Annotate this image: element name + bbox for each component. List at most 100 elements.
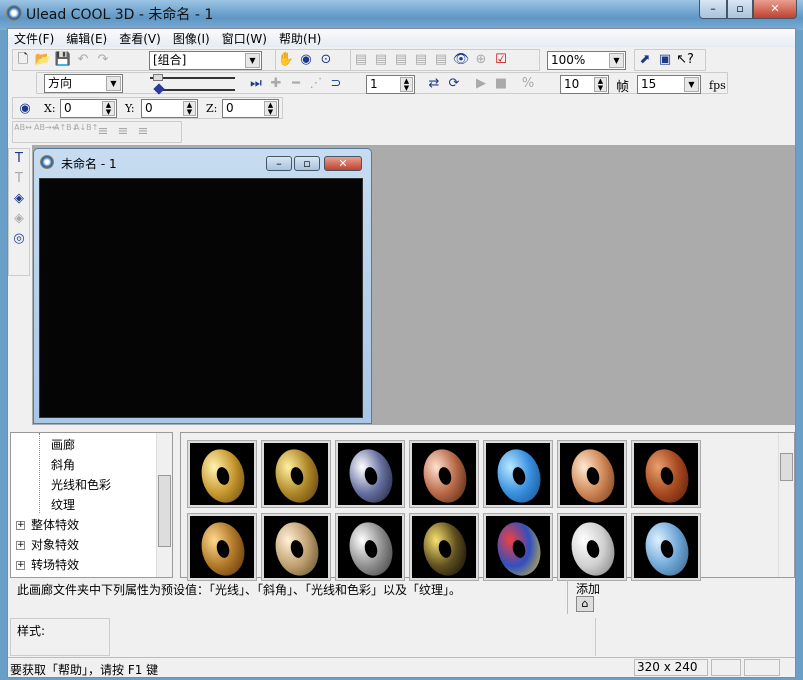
refresh-icon[interactable]: ⟳ <box>445 75 463 93</box>
add-to-gallery-button[interactable]: ⌂ <box>576 596 594 612</box>
help-pointer-icon[interactable]: ↖? <box>676 51 694 69</box>
scroll-thumb[interactable] <box>158 475 171 547</box>
align-left-icon[interactable]: ≡ <box>94 123 112 141</box>
camera-icon[interactable]: ▤ <box>392 51 410 69</box>
gallery-thumbnail[interactable] <box>409 513 479 581</box>
align-right-icon[interactable]: ≡ <box>134 123 152 141</box>
tree-item[interactable]: 光线和色彩 <box>51 476 111 493</box>
insert-shape-icon[interactable]: ◈ <box>10 190 28 208</box>
remove-keyframe-icon[interactable]: ━ <box>287 75 305 93</box>
hand-icon[interactable]: ✋ <box>277 51 295 69</box>
open-icon[interactable]: 📂 <box>34 51 52 69</box>
frame-input[interactable]: 1 ▲ ▼ <box>366 75 415 94</box>
spinner-icon[interactable]: ▲ ▼ <box>183 101 196 116</box>
gallery-thumbnail[interactable] <box>335 513 405 581</box>
line-spacing-icon[interactable]: A↓B↑ <box>74 123 98 141</box>
percent-icon[interactable]: % <box>519 75 537 93</box>
menu-view[interactable]: 查看(V) <box>113 29 167 48</box>
spinner-icon[interactable]: ▲ ▼ <box>594 77 607 92</box>
text-condense-icon[interactable]: AB→← <box>34 123 58 141</box>
gallery-thumbnail[interactable] <box>631 440 701 508</box>
menu-window[interactable]: 窗口(W) <box>216 29 273 48</box>
loop-icon[interactable]: ⇄ <box>425 75 443 93</box>
tree-item[interactable]: 画廊 <box>51 436 75 453</box>
camera-icon[interactable]: ▤ <box>352 51 370 69</box>
keyframe-slider[interactable] <box>155 89 235 91</box>
doc-minimize-button[interactable]: – <box>266 156 292 171</box>
minimize-button[interactable]: – <box>699 0 727 19</box>
timeline-thumb[interactable] <box>153 74 163 81</box>
expand-icon[interactable]: + <box>16 521 25 530</box>
rotate-object-icon[interactable]: ◉ <box>297 51 315 69</box>
gallery-thumbnail[interactable] <box>187 440 257 508</box>
gallery-thumbnail[interactable] <box>409 440 479 508</box>
gallery-thumbnail[interactable] <box>261 513 331 581</box>
insert-text-icon[interactable]: T <box>10 150 28 168</box>
new-icon[interactable]: 🗋 <box>14 51 32 69</box>
position-icon[interactable]: ◉ <box>16 100 34 118</box>
object-select[interactable]: [组合] ▼ <box>149 51 262 70</box>
tree-item[interactable]: 纹理 <box>51 496 75 513</box>
gallery-thumbnail[interactable] <box>187 513 257 581</box>
close-button[interactable]: ✕ <box>753 0 797 19</box>
web-page-icon[interactable]: ▣ <box>656 51 674 69</box>
gallery-thumbnail[interactable] <box>631 513 701 581</box>
object-library-icon[interactable]: ◎ <box>10 230 28 248</box>
preview-icon[interactable]: ☑ <box>492 51 510 69</box>
y-input[interactable]: 0 ▲ ▼ <box>141 99 198 118</box>
edit-text-icon[interactable]: T <box>10 170 28 188</box>
tree-scrollbar[interactable] <box>156 433 172 577</box>
camera-icon[interactable]: ▤ <box>412 51 430 69</box>
expand-icon[interactable]: + <box>16 561 25 570</box>
split-icon[interactable]: ⋰ <box>307 75 325 93</box>
spinner-icon[interactable]: ▲ ▼ <box>264 101 277 116</box>
gallery-thumbnail[interactable] <box>261 440 331 508</box>
web-export-icon[interactable]: ⬈ <box>636 51 654 69</box>
go-end-icon[interactable]: ⏭ <box>247 75 265 93</box>
edit-shape-icon[interactable]: ◈ <box>10 210 28 228</box>
tree-item[interactable]: + 整体特效 <box>16 516 79 533</box>
frames-input[interactable]: 10 ▲ ▼ <box>560 75 609 94</box>
tree-item[interactable]: + 对象特效 <box>16 536 79 553</box>
menu-image[interactable]: 图像(I) <box>167 29 216 48</box>
align-center-icon[interactable]: ≡ <box>114 123 132 141</box>
gallery-thumbnail[interactable] <box>557 440 627 508</box>
play-icon[interactable]: ▶ <box>472 75 490 93</box>
thumbs-scrollbar[interactable] <box>778 433 794 577</box>
text-spacing-icon[interactable]: AB↔ <box>14 123 32 141</box>
stop-icon[interactable]: ■ <box>492 75 510 93</box>
line-spacing-icon[interactable]: A↑B↓ <box>54 123 78 141</box>
fit-object-icon[interactable]: ⊙ <box>317 51 335 69</box>
gallery-thumbnail[interactable] <box>335 440 405 508</box>
gallery-thumbnail[interactable] <box>483 513 553 581</box>
doc-close-button[interactable]: ✕ <box>324 156 362 171</box>
menu-help[interactable]: 帮助(H) <box>273 29 327 48</box>
menu-file[interactable]: 文件(F) <box>8 29 60 48</box>
spinner-icon[interactable]: ▲ ▼ <box>400 77 413 92</box>
gallery-thumbnail[interactable] <box>483 440 553 508</box>
save-icon[interactable]: 💾 <box>54 51 72 69</box>
canvas[interactable] <box>39 178 363 418</box>
undo-icon[interactable]: ↶ <box>74 51 92 69</box>
add-keyframe-icon[interactable]: ✚ <box>267 75 285 93</box>
gallery-thumbnail[interactable] <box>557 513 627 581</box>
tree-item[interactable]: + 转场特效 <box>16 556 79 573</box>
globe-icon[interactable]: ⊕ <box>472 51 490 69</box>
camera-icon[interactable]: ▤ <box>432 51 450 69</box>
fps-select[interactable]: 15 ▼ <box>637 75 701 94</box>
z-input[interactable]: 0 ▲ ▼ <box>222 99 279 118</box>
eye-icon[interactable]: 👁 <box>452 51 470 69</box>
camera-icon[interactable]: ▤ <box>372 51 390 69</box>
zoom-select[interactable]: 100% ▼ <box>547 51 626 70</box>
scroll-thumb[interactable] <box>780 453 793 481</box>
menu-edit[interactable]: 编辑(E) <box>60 29 113 48</box>
maximize-button[interactable]: ▫ <box>727 0 753 19</box>
reverse-icon[interactable]: ⊃ <box>327 75 345 93</box>
direction-select[interactable]: 方向 ▼ <box>44 74 123 93</box>
spinner-icon[interactable]: ▲ ▼ <box>102 101 115 116</box>
redo-icon[interactable]: ↷ <box>94 51 112 69</box>
doc-maximize-button[interactable]: ▫ <box>294 156 320 171</box>
expand-icon[interactable]: + <box>16 541 25 550</box>
x-input[interactable]: 0 ▲ ▼ <box>60 99 117 118</box>
tree-item[interactable]: 斜角 <box>51 456 75 473</box>
